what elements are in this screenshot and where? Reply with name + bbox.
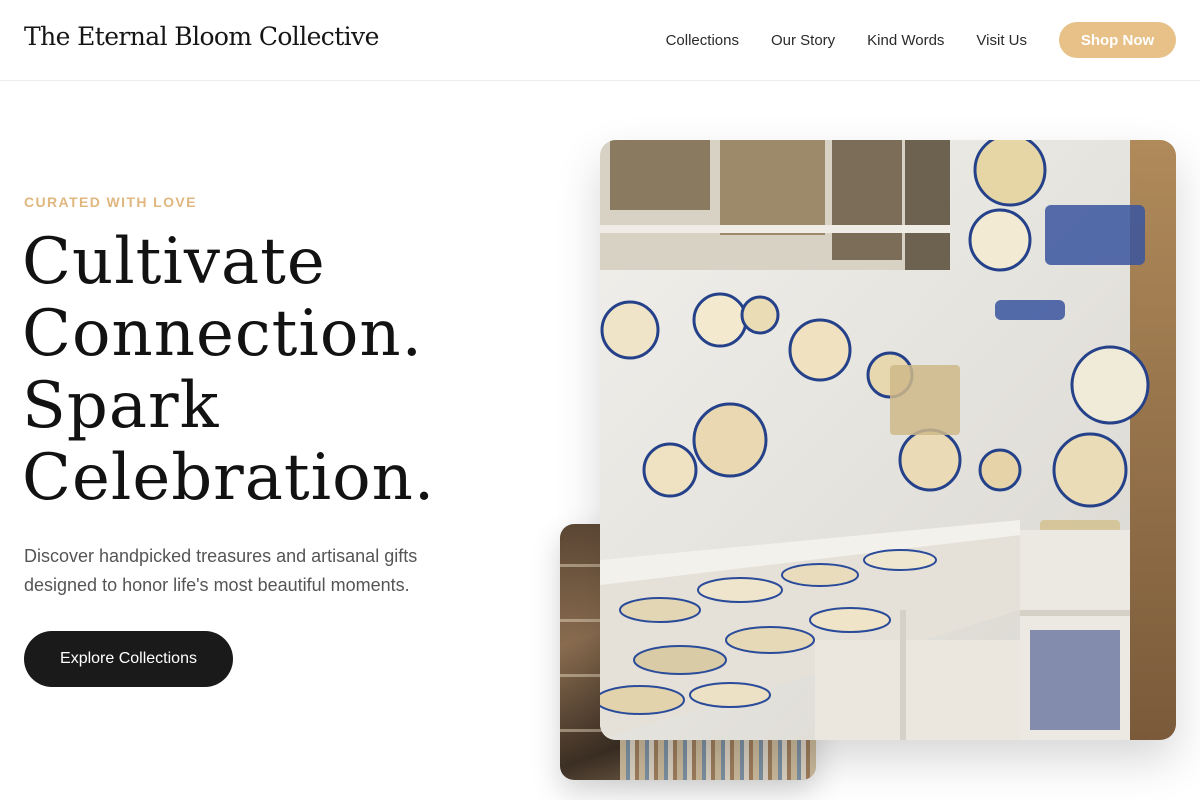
site-header: The Eternal Bloom Collective Collections… [0,0,1200,81]
explore-collections-button[interactable]: Explore Collections [24,631,233,687]
ceramics-shop-image [600,140,1176,740]
nav-link-collections[interactable]: Collections [666,32,739,49]
shop-now-button[interactable]: Shop Now [1059,22,1176,58]
headline-line: Connection. [22,297,423,371]
brand-logo[interactable]: The Eternal Bloom Collective [24,22,379,51]
hero-headline: Cultivate Connection. Spark Celebration. [22,226,542,514]
nav-link-kind-words[interactable]: Kind Words [867,32,944,49]
headline-line: Celebration. [22,441,436,515]
main-nav: Collections Our Story Kind Words Visit U… [666,22,1176,58]
headline-line: Cultivate [22,225,326,299]
headline-line: Spark [22,369,220,443]
nav-link-visit-us[interactable]: Visit Us [976,32,1027,49]
nav-link-our-story[interactable]: Our Story [771,32,835,49]
hero-eyebrow: CURATED WITH LOVE [24,194,197,210]
hero-subtext: Discover handpicked treasures and artisa… [24,546,418,595]
